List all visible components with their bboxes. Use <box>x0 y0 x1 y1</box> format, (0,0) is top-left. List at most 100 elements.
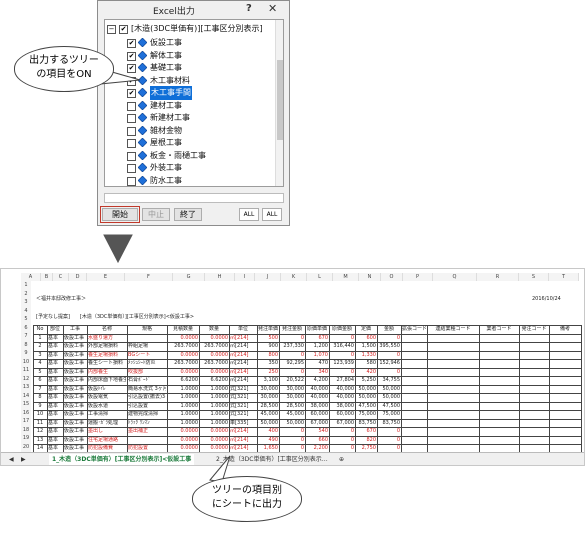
column-header[interactable]: A <box>21 273 41 281</box>
table-grid-line <box>519 325 520 453</box>
column-header[interactable]: H <box>205 273 235 281</box>
table-grid-line <box>33 359 581 360</box>
down-arrow-icon <box>103 234 133 264</box>
dialog-title: Excel出力 <box>153 7 195 17</box>
column-header[interactable]: D <box>69 273 87 281</box>
collapse-icon[interactable]: − <box>107 25 116 34</box>
stop-button[interactable]: 中止 <box>142 208 170 221</box>
table-grid-line <box>47 325 48 453</box>
table-grid-line <box>355 325 356 453</box>
tree-item-checkbox[interactable] <box>127 176 136 186</box>
table-grid-line <box>167 325 168 453</box>
table-grid-line <box>33 401 581 403</box>
diamond-icon <box>138 125 147 135</box>
tree-item-checkbox[interactable] <box>127 101 136 111</box>
start-button[interactable]: 開始 <box>100 206 140 223</box>
column-header[interactable]: N <box>359 273 381 281</box>
help-icon[interactable]: ? <box>246 3 252 14</box>
table-grid-line <box>33 393 581 394</box>
tree-item-checkbox[interactable] <box>127 126 136 136</box>
check-all-button[interactable]: ALL <box>239 208 259 221</box>
diamond-icon <box>138 175 147 185</box>
tree-scrollbar[interactable] <box>275 20 283 186</box>
column-header[interactable]: L <box>307 273 333 281</box>
column-header[interactable]: B <box>41 273 53 281</box>
uncheck-all-button[interactable]: ALL <box>262 208 282 221</box>
callout-bottom-line2: にシートに出力 <box>212 499 282 510</box>
tree-item-label: 防水工事 <box>150 175 182 185</box>
close-icon[interactable]: ✕ <box>268 2 277 15</box>
dialog-title-bar: Excel出力 ? ✕ <box>98 1 289 17</box>
table-grid-line <box>33 367 581 369</box>
excel-sheet[interactable]: ABCDEFGHIJKLMNOPQRST 1 2 3 4 5 6 7 8 9 10 11 12 13 14… <box>0 268 585 466</box>
diamond-icon <box>138 150 147 160</box>
tree-item-checkbox[interactable] <box>127 139 136 148</box>
table-grid-line <box>199 325 200 453</box>
table-grid-line <box>257 325 258 453</box>
column-header[interactable]: Q <box>433 273 477 281</box>
column-header[interactable]: O <box>381 273 403 281</box>
tree-scrollbar-thumb[interactable] <box>277 60 283 140</box>
column-header[interactable]: R <box>477 273 519 281</box>
table-grid-line <box>33 410 581 411</box>
table-grid-line <box>305 325 306 453</box>
column-header[interactable]: J <box>255 273 281 281</box>
sheet-tab-bar: ◀ ▶ 1_木造（3DC単価有）[工事区分別表示]<仮設工事 2_木造（3DC単… <box>1 452 584 465</box>
column-header[interactable]: G <box>173 273 205 281</box>
tree-item-checkbox[interactable] <box>127 114 136 123</box>
sheet-tab-1[interactable]: 1_木造（3DC単価有）[工事区分別表示]<仮設工事 <box>49 454 195 465</box>
callout-top: 出力するツリー の項目をON <box>14 46 114 92</box>
table-grid-line <box>377 325 378 453</box>
tree-root-label: [木造(3DC単価有)][工事区分別表示] <box>131 24 263 33</box>
excel-export-dialog: Excel出力 ? ✕ − ✔ [木造(3DC単価有)][工事区分別表示] ✔ 仮設工事… <box>97 0 290 226</box>
sheet-subtitle-cell: [予定なし提案] [木造（3DC単価有）][工事区分別表示]<仮設工事> <box>36 314 195 320</box>
callout-top-line2: の項目をON <box>36 69 92 80</box>
tree-root-checkbox[interactable]: ✔ <box>119 25 128 34</box>
column-header[interactable]: I <box>235 273 255 281</box>
table-grid-line <box>33 325 581 326</box>
column-header[interactable]: P <box>403 273 433 281</box>
column-header[interactable]: M <box>333 273 359 281</box>
scroll-left-icon[interactable]: ◀ <box>9 454 14 465</box>
column-header[interactable]: C <box>53 273 69 281</box>
table-grid-line <box>33 333 581 335</box>
table-grid-line <box>33 384 581 386</box>
table-grid-line <box>33 325 34 453</box>
table-grid-line <box>33 376 581 377</box>
table-grid-line <box>279 325 280 453</box>
table-grid-line <box>329 325 330 453</box>
scroll-right-icon[interactable]: ▶ <box>21 454 26 465</box>
diamond-icon <box>138 113 147 122</box>
progress-bar <box>104 193 284 203</box>
table-grid-line <box>127 325 128 453</box>
callout-bottom: ツリーの項目別 にシートに出力 <box>192 476 302 522</box>
table-grid-line <box>33 342 581 343</box>
table-grid-line <box>33 444 581 445</box>
table-grid-line <box>229 325 230 453</box>
table-grid-line <box>33 427 581 428</box>
tree-item-checkbox[interactable] <box>127 151 136 161</box>
table-grid-line <box>401 325 402 453</box>
column-header[interactable]: S <box>519 273 549 281</box>
column-header[interactable]: E <box>87 273 125 281</box>
table-grid-line <box>479 325 480 453</box>
table-grid-line <box>581 325 582 453</box>
table-grid-line <box>63 325 64 453</box>
sheet-title-cell: ＜福井本邸改修工事＞ <box>36 296 87 302</box>
table-grid-line <box>549 325 550 453</box>
tree-item-label: 内装工事 <box>150 186 182 187</box>
callout-top-line1: 出力するツリー <box>29 55 99 66</box>
row-header[interactable]: 20 <box>21 442 31 452</box>
end-button[interactable]: 終了 <box>174 208 202 221</box>
diamond-icon <box>138 163 147 172</box>
table-grid-line <box>33 435 581 437</box>
diamond-icon <box>138 100 147 110</box>
tree-item-checkbox[interactable] <box>127 164 136 173</box>
table-grid-line <box>427 325 428 453</box>
column-header[interactable]: K <box>281 273 307 281</box>
table-grid-line <box>33 350 581 352</box>
column-header[interactable]: T <box>549 273 579 281</box>
column-header[interactable]: F <box>125 273 173 281</box>
sheet-date-cell: 2016/10/24 <box>532 296 561 302</box>
add-sheet-icon[interactable]: ⊕ <box>339 454 344 465</box>
